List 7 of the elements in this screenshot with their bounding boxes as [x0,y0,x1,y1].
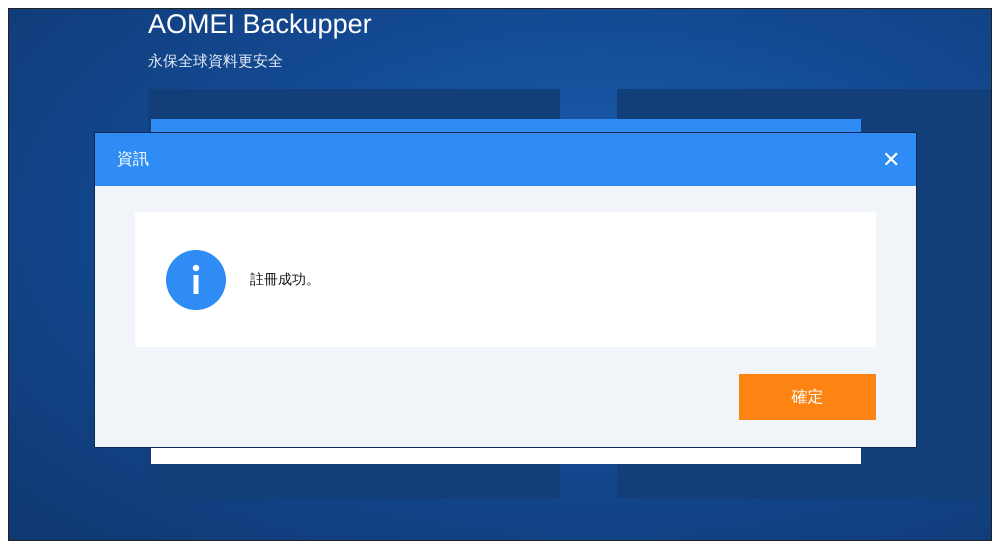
dialog-title: 資訊 [117,149,149,170]
close-button[interactable]: ✕ [882,148,900,172]
ok-button[interactable]: 確定 [739,374,876,420]
app-title: AOMEI Backupper [148,9,373,39]
app-subtitle: 永保全球資料更安全 [148,51,284,71]
message-text: 註冊成功。 [250,270,320,288]
info-icon [166,250,226,310]
